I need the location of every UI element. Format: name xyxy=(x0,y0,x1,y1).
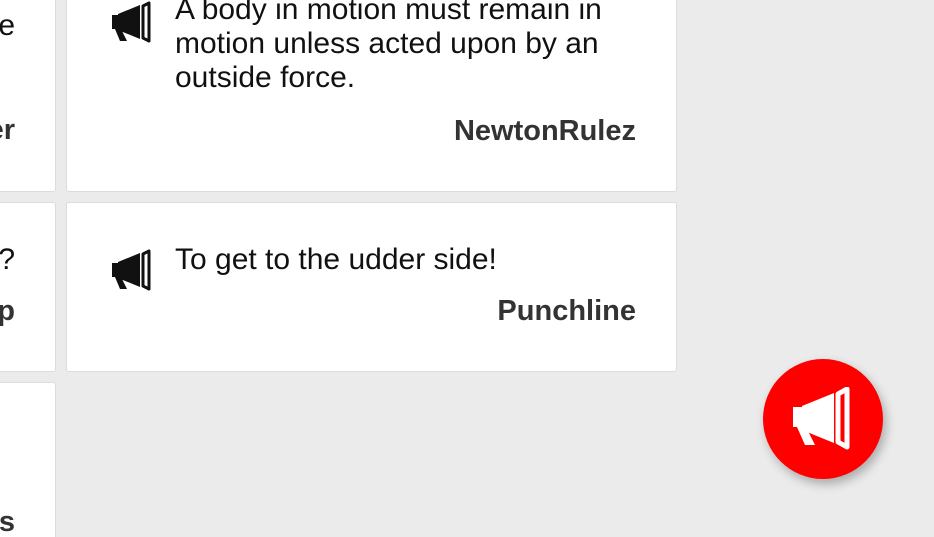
quote-author: NewtonRulez xyxy=(453,115,636,147)
megaphone-icon xyxy=(107,1,157,45)
quote-text: A body in motion must remain in motion u… xyxy=(175,0,602,94)
quote-author: p xyxy=(0,295,15,327)
quote-card: s xyxy=(0,382,56,537)
quote-text: e xyxy=(0,9,15,42)
quote-author: s xyxy=(0,506,15,537)
quote-text: ? xyxy=(0,243,15,277)
quote-board: e er ? p s A body in motion must remain … xyxy=(0,0,934,537)
quote-card: ? p xyxy=(0,202,56,372)
new-quote-fab-button[interactable] xyxy=(763,359,883,479)
megaphone-icon xyxy=(107,249,157,293)
quote-author: Punchline xyxy=(497,295,636,327)
quote-card: To get to the udder side! Punchline xyxy=(66,202,677,372)
quote-card: e er xyxy=(0,0,56,192)
quote-author: er xyxy=(0,114,15,146)
megaphone-icon xyxy=(793,387,850,450)
quote-card: A body in motion must remain in motion u… xyxy=(66,0,677,192)
quote-text: To get to the udder side! xyxy=(175,243,497,276)
